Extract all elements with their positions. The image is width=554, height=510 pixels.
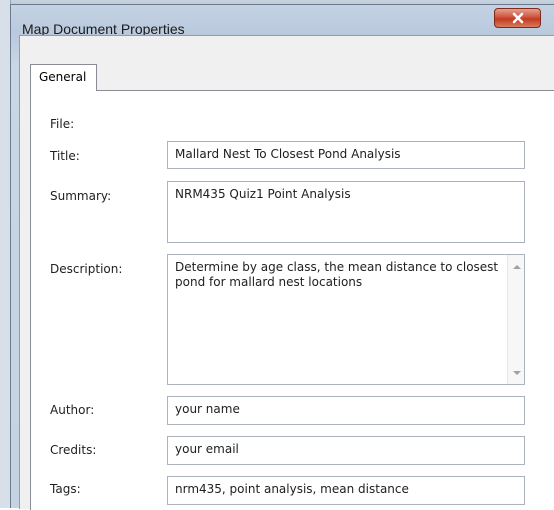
tab-general[interactable]: General [30,64,97,91]
tags-value: nrm435, point analysis, mean distance [175,482,409,496]
summary-value: NRM435 Quiz1 Point Analysis [175,187,351,201]
author-value: your name [175,402,240,416]
description-value: Determine by age class, the mean distanc… [175,260,499,289]
dialog-client-area: General File: Title: Mallard Nest To Clo… [19,35,554,510]
scroll-up-arrow-icon[interactable] [513,265,521,269]
map-document-properties-dialog: Map Document Properties General File: Ti… [10,4,554,510]
title-bar[interactable]: Map Document Properties [11,5,554,37]
title-label: Title: [50,149,80,163]
description-scrollbar[interactable] [507,255,524,384]
general-tab-panel: File: Title: Mallard Nest To Closest Pon… [30,90,554,510]
credits-value: your email [175,442,239,456]
summary-label: Summary: [50,189,112,203]
tags-label: Tags: [50,482,81,496]
tags-field[interactable]: nrm435, point analysis, mean distance [167,476,525,505]
title-field[interactable]: Mallard Nest To Closest Pond Analysis [167,141,525,169]
description-field[interactable]: Determine by age class, the mean distanc… [167,254,525,385]
credits-label: Credits: [50,443,97,457]
close-button[interactable] [494,8,541,28]
summary-field[interactable]: NRM435 Quiz1 Point Analysis [167,181,525,243]
description-label: Description: [50,262,123,276]
author-label: Author: [50,403,95,417]
scroll-down-arrow-icon[interactable] [513,371,521,375]
close-icon [512,12,523,24]
author-field[interactable]: your name [167,396,525,425]
credits-field[interactable]: your email [167,436,525,465]
title-value: Mallard Nest To Closest Pond Analysis [175,147,401,161]
file-label: File: [50,117,75,131]
